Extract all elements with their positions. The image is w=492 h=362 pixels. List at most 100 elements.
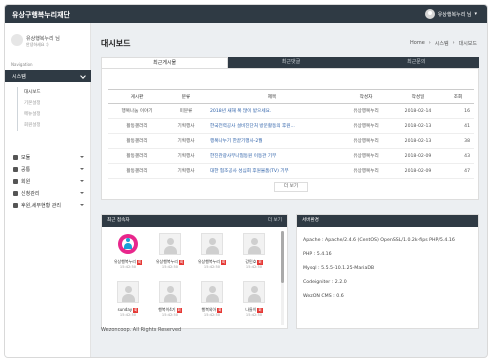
visitor-time: 15:42:50 <box>203 265 221 269</box>
post-title-link[interactable]: 행복나누기 한끝기행사-2월 <box>206 133 338 149</box>
sidebar-subitem-dashboard[interactable]: 대시보드 <box>18 87 87 98</box>
cell-views: 43 <box>442 148 474 164</box>
sidebar-item-member[interactable]: 회원 <box>5 175 91 187</box>
post-title-link[interactable]: 한국전력공사 설비진단처 방문활동의 후원... <box>206 118 338 134</box>
post-title-link[interactable]: 한진관광사무나협동원 이동관 기부 <box>206 148 338 164</box>
cell-category: 기획행사 <box>166 133 206 149</box>
sidebar-menu: 모듈 공통 회원 신청관리 후원,세부현황 관리 <box>5 151 91 211</box>
chevron-down-icon: ▾ <box>474 11 477 17</box>
application-icon <box>13 190 18 196</box>
sidebar-item-common[interactable]: 공통 <box>5 163 91 175</box>
breadcrumb-separator: › <box>452 40 455 46</box>
cell-category: 기획행사 <box>166 118 206 134</box>
server-environment-panel: 서버환경 Apache : Apache/2.4.6 (CentOS) Open… <box>296 214 479 329</box>
visitor-grid: 유상행복누리 회 15:42:50 유상행복누리 회 15:42:50 유상행복누리… <box>107 233 277 325</box>
recent-posts-panel: 게시판 분류 제목 작성자 작성일 조회 행복나눔 이야기 미분류 2018년 … <box>101 68 479 200</box>
scrollbar-thumb[interactable] <box>281 231 284 283</box>
visitor-card[interactable]: 유상행복누리 회 15:42:50 <box>149 233 191 277</box>
tab-recent-comments[interactable]: 최근댓글 <box>228 57 354 68</box>
visitor-card[interactable]: 유상행복누리 회 15:42:50 <box>107 233 149 277</box>
common-icon <box>13 166 18 172</box>
user-placeholder-icon <box>243 281 265 303</box>
cell-category: 기획행사 <box>166 148 206 164</box>
visitor-card[interactable]: 강민호 회 15:42:50 <box>233 233 275 277</box>
user-menu[interactable]: 유상행복누리 님 ▾ <box>424 9 477 19</box>
server-info-mysql: Mysql : 5.5.5-10.1.25-MariaDB <box>303 266 375 271</box>
visitor-name: 유상행복누리 <box>155 259 178 264</box>
column-header: 제목 <box>206 89 338 104</box>
member-icon <box>13 178 18 184</box>
user-placeholder-icon <box>159 281 181 303</box>
sidebar-item-label: 회원 <box>21 178 31 185</box>
column-header: 게시판 <box>108 89 166 104</box>
user-placeholder-icon <box>117 281 139 303</box>
sidebar-item-module[interactable]: 모듈 <box>5 151 91 163</box>
cell-date: 2018-02-09 <box>394 148 442 164</box>
user-placeholder-icon <box>201 281 223 303</box>
cell-board: 활동갤러리 <box>108 148 166 164</box>
cell-views: 38 <box>442 133 474 149</box>
server-info-cms: WezON CMS : 0.6 <box>303 294 344 299</box>
panel-header: 최근 접속자 더 보기 <box>102 215 287 227</box>
visitor-name: 유상행복누리 <box>197 259 220 264</box>
footer-copyright: Wezoncoop. All Rights Reserved <box>101 327 182 333</box>
sidebar-subitem-menu-settings[interactable]: 메뉴설정 <box>18 109 87 120</box>
visitor-name: 행복이4기 <box>158 307 176 312</box>
brand-title[interactable]: 유상구행복누리재단 <box>12 10 70 20</box>
cell-views: 41 <box>442 118 474 134</box>
visitor-time: 15:42:50 <box>245 313 263 317</box>
visitor-name: 유상행복누리 <box>113 259 136 264</box>
user-placeholder-icon <box>201 233 223 255</box>
post-title-link[interactable]: 대한 협조공사 성심회 후원물품(TV) 기부 <box>206 163 338 179</box>
cell-author: 유상행복누리 <box>338 163 394 179</box>
table-row[interactable]: 활동갤러리 기획행사 한진관광사무나협동원 이동관 기부 유상행복누리 2018… <box>108 148 474 164</box>
app-window: 유상구행복누리재단 유상행복누리 님 ▾ 유상행복누리 님 안녕하세요 :) N… <box>4 4 488 358</box>
user-placeholder-icon <box>159 233 181 255</box>
table-row[interactable]: 활동갤러리 기획행사 행복나누기 한끝기행사-2월 유상행복누리 2018-02… <box>108 133 474 149</box>
profile-subtitle: 안녕하세요 :) <box>26 42 49 47</box>
panel-title: 서버환경 <box>302 218 319 223</box>
table-row[interactable]: 활동갤러리 기획행사 한국전력공사 설비진단처 방문활동의 후원... 유상행복… <box>108 118 474 134</box>
more-posts-button[interactable]: 더 보기 <box>274 182 308 192</box>
visitor-card[interactable]: 행복이4기 회 15:42:50 <box>149 281 191 325</box>
sponsor-icon <box>13 202 18 208</box>
table-row[interactable]: 행복나눔 이야기 미분류 2018년 새해 복 많이 받으세요. 유상행복누리 … <box>108 103 474 119</box>
sidebar-subnav: 대시보드 기본설정 메뉴설정 회원설정 <box>17 87 87 131</box>
breadcrumb: Home › 시스템 › 대시보드 <box>410 40 477 47</box>
visitor-time: 15:42:50 <box>119 313 137 317</box>
visitor-card[interactable]: sunday 회 15:42:50 <box>107 281 149 325</box>
visitor-name: 행복외아 <box>201 307 217 312</box>
cell-views: 47 <box>442 163 474 179</box>
chevron-down-icon <box>80 180 84 182</box>
breadcrumb-home[interactable]: Home <box>410 40 425 47</box>
breadcrumb-separator: › <box>428 40 431 46</box>
visitor-card[interactable]: 유상행복누리 회 15:42:50 <box>191 233 233 277</box>
visitor-time: 15:42:50 <box>161 265 179 269</box>
column-header: 작성자 <box>338 89 394 104</box>
cell-date: 2018-02-09 <box>394 163 442 179</box>
main-content: 대시보드 Home › 시스템 › 대시보드 최근게시물 최근댓글 최근문의 게… <box>91 23 487 357</box>
visitor-card[interactable]: 행복외아 회 15:42:50 <box>191 281 233 325</box>
sidebar-item-system[interactable]: 시스템 <box>5 70 91 82</box>
table-row[interactable]: 활동갤러리 기획행사 대한 협조공사 성심회 후원물품(TV) 기부 유상행복누… <box>108 163 474 179</box>
column-header: 조회 <box>442 89 474 104</box>
visitor-card[interactable]: 나들이 회 15:42:50 <box>233 281 275 325</box>
post-title-link[interactable]: 2018년 새해 복 많이 받으세요. <box>206 103 338 119</box>
visitor-time: 15:42:50 <box>203 313 221 317</box>
chevron-down-icon <box>80 156 84 158</box>
user-name: 유상행복누리 님 <box>437 11 472 18</box>
visitors-scrollbar[interactable] <box>281 231 284 325</box>
breadcrumb-system[interactable]: 시스템 <box>435 40 449 47</box>
sidebar-item-sponsor[interactable]: 후원,세부현황 관리 <box>5 199 91 211</box>
tab-recent-inquiries[interactable]: 최근문의 <box>353 57 479 68</box>
sidebar-subitem-member-settings[interactable]: 회원설정 <box>18 120 87 131</box>
visitor-name: 나들이 <box>245 307 257 312</box>
user-placeholder-icon <box>243 233 265 255</box>
sidebar-subitem-basic-settings[interactable]: 기본설정 <box>18 98 87 109</box>
tab-recent-posts[interactable]: 최근게시물 <box>101 57 229 68</box>
chevron-down-icon <box>80 204 84 206</box>
sidebar-item-application[interactable]: 신청관리 <box>5 187 91 199</box>
sidebar-item-label: 공통 <box>21 166 31 173</box>
sidebar-item-label: 신청관리 <box>21 190 40 197</box>
more-link[interactable]: 더 보기 <box>268 215 282 227</box>
